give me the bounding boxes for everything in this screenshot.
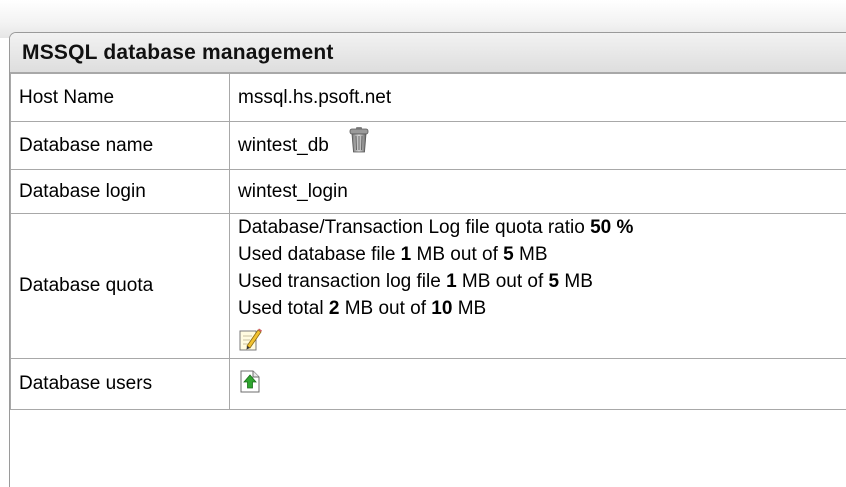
database-users-cell (230, 359, 846, 410)
db-file-total: 5 (503, 244, 514, 265)
host-name-label: Host Name (11, 74, 230, 122)
total-mid: MB out of (345, 298, 426, 319)
db-file-prefix: Used database file (238, 244, 395, 265)
table-row-host: Host Name mssql.hs.psoft.net (11, 74, 846, 122)
db-file-unit: MB (519, 244, 548, 265)
database-info-table: Host Name mssql.hs.psoft.net Database na… (10, 73, 846, 410)
log-file-prefix: Used transaction log file (238, 271, 441, 292)
table-row-database-login: Database login wintest_login (11, 170, 846, 214)
host-name-value: mssql.hs.psoft.net (230, 74, 846, 122)
trash-icon[interactable] (348, 126, 370, 160)
db-file-usage-line: Used database file 1 MB out of 5 MB (238, 241, 846, 268)
database-users-label: Database users (11, 359, 230, 410)
log-file-total: 5 (549, 271, 560, 292)
quota-ratio-text: Database/Transaction Log file quota rati… (238, 217, 585, 238)
database-login-value: wintest_login (230, 170, 846, 214)
total-usage-line: Used total 2 MB out of 10 MB (238, 295, 846, 322)
total-unit: MB (458, 298, 487, 319)
add-user-icon[interactable] (238, 368, 262, 400)
db-file-mid: MB out of (417, 244, 498, 265)
table-row-database-users: Database users (11, 359, 846, 410)
database-name-cell: wintest_db (230, 122, 846, 170)
edit-icon[interactable] (238, 326, 262, 358)
quota-ratio-line: Database/Transaction Log file quota rati… (238, 214, 846, 241)
db-file-used: 1 (401, 244, 412, 265)
mssql-management-panel: MSSQL database management Host Name mssq… (9, 32, 846, 487)
total-total: 10 (431, 298, 452, 319)
quota-ratio-value: 50 (590, 217, 611, 238)
database-quota-label: Database quota (11, 214, 230, 359)
database-quota-cell: Database/Transaction Log file quota rati… (230, 214, 846, 359)
database-login-label: Database login (11, 170, 230, 214)
table-row-database-name: Database name wintest_db (11, 122, 846, 170)
total-prefix: Used total (238, 298, 324, 319)
database-name-label: Database name (11, 122, 230, 170)
log-file-unit: MB (564, 271, 593, 292)
log-file-mid: MB out of (462, 271, 543, 292)
total-used: 2 (329, 298, 340, 319)
table-row-database-quota: Database quota Database/Transaction Log … (11, 214, 846, 359)
quota-ratio-unit: % (617, 217, 634, 238)
log-file-usage-line: Used transaction log file 1 MB out of 5 … (238, 268, 846, 295)
database-name-value: wintest_db (238, 135, 329, 156)
panel-title: MSSQL database management (10, 33, 846, 73)
log-file-used: 1 (446, 271, 457, 292)
